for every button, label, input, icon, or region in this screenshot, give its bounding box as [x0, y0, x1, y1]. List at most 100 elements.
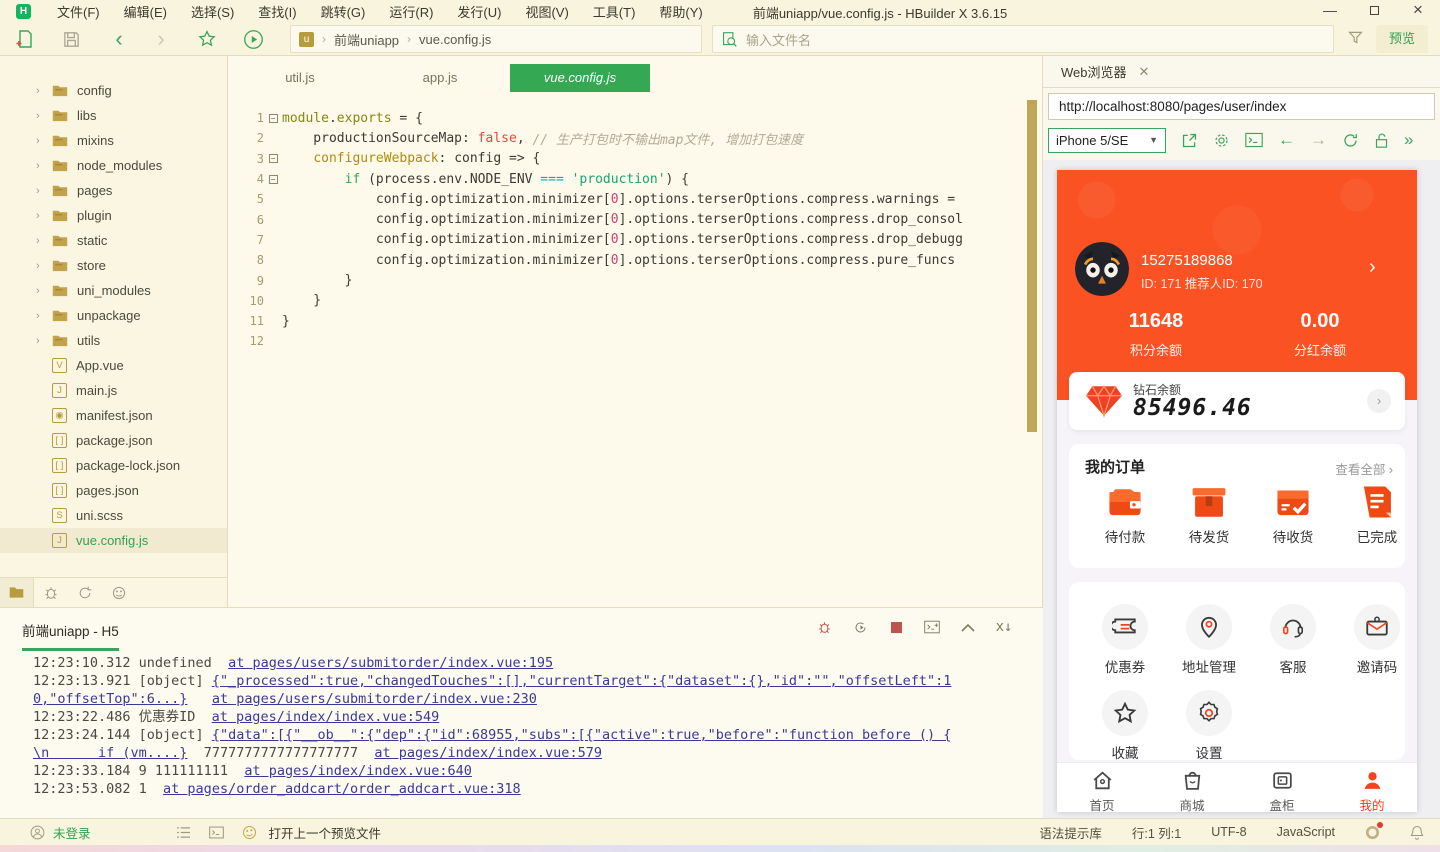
syntax-lib-status[interactable]: 语法提示库	[1039, 823, 1102, 842]
new-file-icon[interactable]	[12, 26, 38, 52]
breadcrumb-project[interactable]: 前端uniapp	[334, 30, 399, 49]
tree-file-manifest.json[interactable]: ◉manifest.json	[0, 403, 227, 428]
diamond-balance-card[interactable]: 钻石余额 85496.46 ›	[1069, 372, 1405, 430]
menu-item-4[interactable]: 跳转(G)	[309, 0, 378, 23]
minimize-button[interactable]: —	[1308, 0, 1352, 22]
device-select[interactable]: iPhone 5/SE ▼	[1048, 128, 1166, 153]
funnel-icon[interactable]	[1347, 29, 1364, 46]
user-phone-number[interactable]: 15275189868	[1141, 252, 1233, 269]
project-explorer-icon[interactable]	[0, 578, 34, 608]
fold-icon[interactable]: −	[269, 175, 278, 184]
tree-file-pages.json[interactable]: [ ]pages.json	[0, 478, 227, 503]
run-icon[interactable]	[240, 26, 266, 52]
close-button[interactable]: ×	[1396, 0, 1440, 22]
tree-file-vue.config.js[interactable]: Jvue.config.js	[0, 528, 227, 553]
editor-tab-vue.config.js[interactable]: vue.config.js	[510, 64, 650, 92]
order-item-待发货[interactable]: 待发货	[1167, 484, 1251, 546]
outline-list-icon[interactable]	[176, 826, 191, 839]
unlock-icon[interactable]	[1374, 132, 1389, 149]
tree-folder-plugin[interactable]: ›plugin	[0, 203, 227, 228]
breadcrumb-file[interactable]: vue.config.js	[419, 32, 491, 47]
language-status[interactable]: JavaScript	[1277, 825, 1335, 839]
tree-folder-node_modules[interactable]: ›node_modules	[0, 153, 227, 178]
phone-tab-我的[interactable]: 我的	[1327, 768, 1417, 812]
restart-icon[interactable]	[851, 618, 869, 636]
menu-item-5[interactable]: 运行(R)	[377, 0, 445, 23]
back-icon[interactable]: ‹	[106, 26, 132, 52]
terminal-icon[interactable]	[209, 826, 224, 839]
update-donut-icon[interactable]	[1365, 825, 1380, 840]
nav-back-icon[interactable]: ←	[1278, 130, 1295, 150]
service-item-设置[interactable]: 设置	[1167, 690, 1251, 762]
url-input[interactable]: http://localhost:8080/pages/user/index	[1048, 93, 1435, 120]
menu-item-1[interactable]: 编辑(E)	[112, 0, 179, 23]
editor-scrollbar[interactable]	[1027, 100, 1037, 432]
tree-file-App.vue[interactable]: VApp.vue	[0, 353, 227, 378]
bug-icon[interactable]	[815, 618, 833, 636]
file-search-input[interactable]: 输入文件名	[712, 25, 1334, 53]
preview-button[interactable]: 预览	[1376, 25, 1428, 53]
order-item-待付款[interactable]: 待付款	[1083, 484, 1167, 546]
tree-folder-utils[interactable]: ›utils	[0, 328, 227, 353]
menu-item-8[interactable]: 工具(T)	[581, 0, 648, 23]
tree-file-package-lock.json[interactable]: [ ]package-lock.json	[0, 453, 227, 478]
service-item-地址管理[interactable]: 地址管理	[1167, 604, 1251, 676]
dividend-balance[interactable]: 0.00 分红余额	[1255, 310, 1385, 359]
chevron-right-icon[interactable]: ›	[1367, 389, 1391, 413]
phone-tab-盒柜[interactable]: 盒柜	[1237, 768, 1327, 812]
menu-item-3[interactable]: 查找(I)	[246, 0, 308, 23]
console-source-link[interactable]: at pages/index/index.vue:549	[212, 709, 440, 725]
fold-icon[interactable]: −	[269, 114, 278, 123]
console-source-link[interactable]: at pages/order_addcart/order_addcart.vue…	[163, 781, 521, 797]
console-source-link[interactable]: at pages/users/submitorder/index.vue:195	[228, 655, 553, 671]
console-source-link[interactable]: 0,"offsetTop":6...}	[33, 691, 187, 707]
extensions-view-icon[interactable]	[102, 578, 136, 608]
editor-tab-util.js[interactable]: util.js	[230, 64, 370, 92]
phone-tab-首页[interactable]: 首页	[1057, 768, 1147, 812]
line-col-status[interactable]: 行:1 列:1	[1132, 823, 1181, 842]
clear-icon[interactable]: x↓	[995, 618, 1013, 636]
menu-item-9[interactable]: 帮助(Y)	[647, 0, 714, 23]
console-source-link[interactable]: {"data":[{"__ob__":{"dep":{"id":68955,"s…	[212, 727, 952, 743]
service-item-优惠券[interactable]: 优惠券	[1083, 604, 1167, 676]
star-icon[interactable]	[194, 26, 220, 52]
tree-folder-store[interactable]: ›store	[0, 253, 227, 278]
editor-tab-app.js[interactable]: app.js	[370, 64, 510, 92]
tree-folder-unpackage[interactable]: ›unpackage	[0, 303, 227, 328]
tree-folder-libs[interactable]: ›libs	[0, 103, 227, 128]
devtools-console-icon[interactable]	[1245, 132, 1263, 148]
forward-icon[interactable]: ›	[148, 26, 174, 52]
more-icon[interactable]: »	[1404, 130, 1413, 150]
menu-item-7[interactable]: 视图(V)	[513, 0, 580, 23]
service-item-收藏[interactable]: 收藏	[1083, 690, 1167, 762]
collapse-icon[interactable]	[959, 618, 977, 636]
console-tab[interactable]: 前端uniapp - H5	[22, 620, 119, 651]
gear-icon[interactable]	[1213, 132, 1230, 149]
menu-item-6[interactable]: 发行(U)	[445, 0, 513, 23]
close-icon[interactable]: ✕	[1139, 64, 1150, 80]
orders-view-all[interactable]: 查看全部 ›	[1335, 459, 1393, 478]
menu-item-2[interactable]: 选择(S)	[179, 0, 246, 23]
phone-tab-商城[interactable]: 商城	[1147, 768, 1237, 812]
service-item-邀请码[interactable]: 邀请码	[1335, 604, 1417, 676]
browser-tab[interactable]: Web浏览器 ✕	[1043, 62, 1163, 81]
console-source-link[interactable]: at pages/index/index.vue:579	[374, 745, 602, 761]
bell-icon[interactable]	[1410, 825, 1424, 840]
order-item-待收货[interactable]: 待收货	[1251, 484, 1335, 546]
breadcrumb[interactable]: u › 前端uniapp › vue.config.js	[290, 25, 702, 53]
refresh-icon[interactable]	[1342, 132, 1359, 149]
points-balance[interactable]: 11648 积分余额	[1091, 310, 1221, 359]
user-circle-icon[interactable]	[30, 825, 45, 840]
fold-icon[interactable]: −	[269, 154, 278, 163]
tree-file-uni.scss[interactable]: Suni.scss	[0, 503, 227, 528]
nav-forward-icon[interactable]: →	[1310, 130, 1327, 150]
console-source-link[interactable]: at pages/index/index.vue:640	[244, 763, 472, 779]
tree-folder-static[interactable]: ›static	[0, 228, 227, 253]
open-external-icon[interactable]	[1181, 132, 1198, 149]
restore-button[interactable]	[1352, 0, 1396, 22]
owl-avatar[interactable]	[1075, 242, 1129, 296]
console-source-link[interactable]: {"_processed":true,"changedTouches":[],"…	[212, 673, 952, 689]
tree-folder-uni_modules[interactable]: ›uni_modules	[0, 278, 227, 303]
stop-icon[interactable]	[887, 618, 905, 636]
save-icon[interactable]	[58, 26, 84, 52]
